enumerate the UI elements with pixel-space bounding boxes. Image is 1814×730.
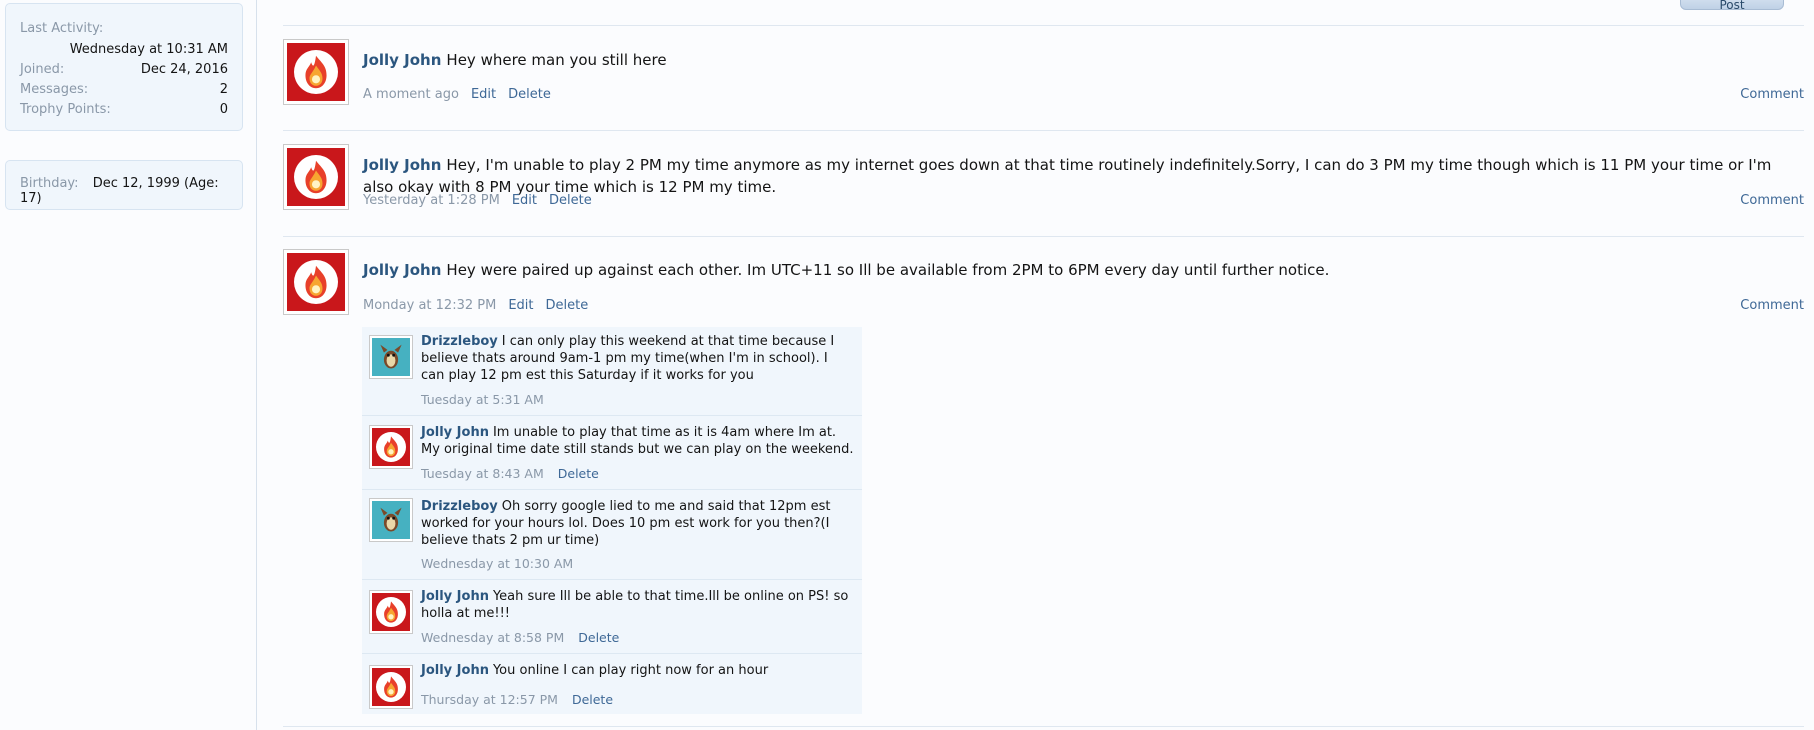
avatar[interactable] bbox=[369, 335, 413, 379]
fire-ball-icon bbox=[305, 265, 327, 299]
username-link[interactable]: Drizzleboy bbox=[421, 334, 498, 349]
post-time[interactable]: Monday at 12:32 PM bbox=[363, 298, 496, 313]
edit-link[interactable]: Edit bbox=[471, 87, 496, 102]
birthday-panel: Birthday: Dec 12, 1999 (Age: 17) bbox=[5, 160, 243, 210]
fire-ball-icon bbox=[305, 160, 327, 194]
username-link[interactable]: Jolly John bbox=[421, 425, 489, 440]
stat-joined: Joined: Dec 24, 2016 bbox=[20, 61, 228, 79]
comment-link[interactable]: Comment bbox=[1740, 193, 1804, 208]
username-link[interactable]: Jolly John bbox=[363, 156, 441, 174]
profile-post: Jolly John Hey, I'm unable to play 2 PM m… bbox=[283, 144, 1804, 224]
fire-ball-icon bbox=[384, 676, 398, 698]
stat-trophy-points: Trophy Points: 0 bbox=[20, 101, 228, 119]
post-text: Hey, I'm unable to play 2 PM my time any… bbox=[363, 156, 1772, 196]
comment-item: Drizzleboy I can only play this weekend a… bbox=[362, 327, 862, 415]
avatar[interactable] bbox=[369, 590, 413, 634]
post-button[interactable]: Post bbox=[1680, 0, 1784, 12]
delete-link[interactable]: Delete bbox=[572, 692, 613, 707]
fire-ball-icon bbox=[384, 601, 398, 623]
stat-value[interactable]: 2 bbox=[220, 81, 228, 99]
avatar[interactable] bbox=[369, 665, 413, 709]
stat-last-activity: Last Activity: bbox=[20, 20, 228, 38]
post-text: Hey where man you still here bbox=[446, 51, 667, 69]
avatar[interactable] bbox=[283, 39, 349, 105]
stat-last-activity-value: Wednesday at 10:31 AM bbox=[20, 41, 228, 59]
stat-label: Last Activity: bbox=[20, 21, 104, 36]
post-time[interactable]: A moment ago bbox=[363, 87, 459, 102]
comment-link[interactable]: Comment bbox=[1740, 87, 1804, 102]
stat-label: Trophy Points: bbox=[20, 102, 111, 117]
stat-value: Wednesday at 10:31 AM bbox=[69, 42, 228, 57]
avatar[interactable] bbox=[369, 498, 413, 542]
edit-link[interactable]: Edit bbox=[508, 298, 533, 313]
profile-post: Jolly John Hey where man you still here A… bbox=[283, 39, 1804, 119]
comment-time[interactable]: Tuesday at 8:43 AM bbox=[421, 466, 544, 481]
comment-item: Drizzleboy Oh sorry google lied to me and… bbox=[362, 489, 862, 580]
username-link[interactable]: Drizzleboy bbox=[421, 499, 498, 514]
delete-link[interactable]: Delete bbox=[549, 193, 592, 208]
comment-time[interactable]: Wednesday at 8:58 PM bbox=[421, 630, 564, 645]
comment-time[interactable]: Wednesday at 10:30 AM bbox=[421, 556, 573, 571]
stat-value: Dec 24, 2016 bbox=[140, 62, 228, 77]
creature-icon bbox=[380, 507, 402, 532]
post-time[interactable]: Yesterday at 1:28 PM bbox=[363, 193, 500, 208]
comment-item: Jolly John Im unable to play that time as… bbox=[362, 415, 862, 490]
avatar[interactable] bbox=[283, 249, 349, 315]
comments-list: Drizzleboy I can only play this weekend a… bbox=[362, 327, 862, 714]
comment-text: You online I can play right now for an h… bbox=[492, 663, 769, 678]
birthday-label: Birthday: bbox=[20, 176, 79, 191]
avatar[interactable] bbox=[369, 425, 413, 469]
comment-time[interactable]: Tuesday at 5:31 AM bbox=[421, 392, 544, 407]
comment-item: Jolly John Yeah sure Ill be able to that … bbox=[362, 579, 862, 654]
stat-label: Joined: bbox=[20, 62, 65, 77]
creature-icon bbox=[380, 344, 402, 369]
avatar[interactable] bbox=[283, 144, 349, 210]
delete-link[interactable]: Delete bbox=[508, 87, 551, 102]
divider bbox=[283, 130, 1804, 131]
profile-sidebar: Last Activity: Wednesday at 10:31 AM Joi… bbox=[0, 0, 256, 730]
profile-stats-panel: Last Activity: Wednesday at 10:31 AM Joi… bbox=[5, 3, 243, 131]
username-link[interactable]: Jolly John bbox=[421, 589, 489, 604]
comment-link[interactable]: Comment bbox=[1740, 298, 1804, 313]
username-link[interactable]: Jolly John bbox=[421, 663, 489, 678]
stat-label: Messages: bbox=[20, 82, 89, 97]
edit-link[interactable]: Edit bbox=[512, 193, 537, 208]
stat-value[interactable]: 0 bbox=[220, 101, 228, 119]
divider bbox=[283, 25, 1804, 26]
stat-messages: Messages: 2 bbox=[20, 81, 228, 99]
divider bbox=[283, 236, 1804, 237]
username-link[interactable]: Jolly John bbox=[363, 51, 441, 69]
column-divider bbox=[256, 0, 257, 730]
comment-time[interactable]: Thursday at 12:57 PM bbox=[421, 692, 558, 707]
fire-ball-icon bbox=[305, 55, 327, 89]
fire-ball-icon bbox=[384, 436, 398, 458]
delete-link[interactable]: Delete bbox=[558, 466, 599, 481]
divider bbox=[283, 726, 1804, 727]
comment-item: Jolly John You online I can play right no… bbox=[362, 653, 862, 715]
post-text: Hey were paired up against each other. I… bbox=[446, 261, 1330, 279]
delete-link[interactable]: Delete bbox=[546, 298, 589, 313]
username-link[interactable]: Jolly John bbox=[363, 261, 441, 279]
profile-post: Jolly John Hey were paired up against eac… bbox=[283, 249, 1804, 319]
delete-link[interactable]: Delete bbox=[578, 630, 619, 645]
